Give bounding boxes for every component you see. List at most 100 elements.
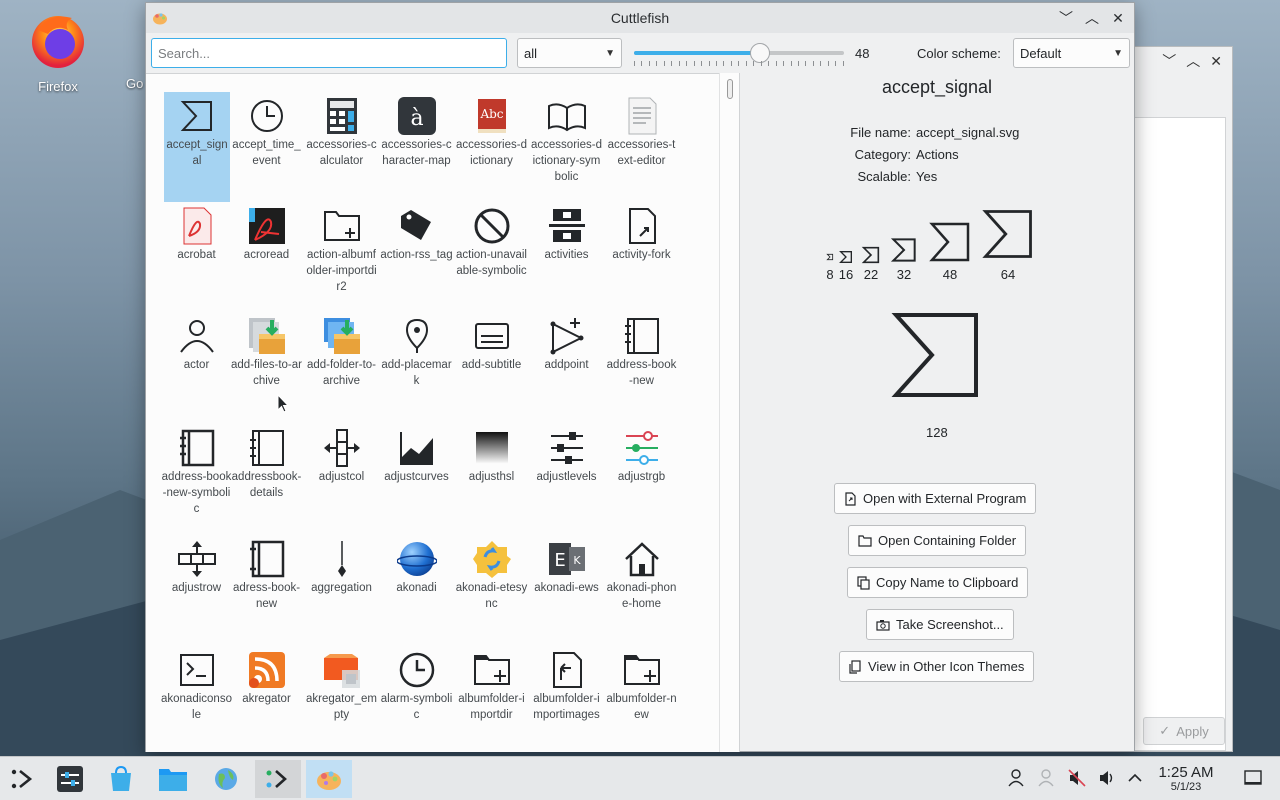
svg-text:Abc: Abc — [479, 107, 503, 121]
icon-grid-item[interactable]: albumfolder-importdir — [454, 646, 529, 723]
icon-grid-item-label: add-files-to-archive — [231, 359, 302, 387]
scrollbar-thumb[interactable] — [727, 79, 733, 99]
category-filter-select[interactable]: all ▼ — [517, 38, 622, 68]
search-input[interactable] — [151, 38, 507, 68]
toolbar: all ▼ 48 Color scheme: Default ▼ — [146, 33, 1134, 73]
volume-muted-icon[interactable] — [1068, 769, 1086, 790]
icon-grid-item[interactable]: akonadi — [379, 535, 454, 596]
taskbar-konsole[interactable] — [255, 760, 301, 798]
icon-size-slider[interactable] — [634, 43, 844, 63]
taskbar-discover[interactable] — [98, 760, 144, 798]
clock[interactable]: 1:25 AM 5/1/23 — [1150, 764, 1222, 793]
icon-grid-item[interactable]: E Kakonadi-ews — [529, 535, 604, 596]
minimize-icon[interactable]: ﹀ — [1056, 8, 1076, 28]
apply-button[interactable]: ✓ Apply — [1143, 717, 1225, 745]
icon-grid-item[interactable]: albumfolder-importimages — [529, 646, 604, 723]
application-launcher[interactable] — [0, 760, 46, 798]
acrobat-icon — [183, 207, 211, 245]
icon-grid-item[interactable]: action-rss_tag — [379, 202, 454, 263]
icon-grid-item-label: akonadi-phone-home — [606, 582, 677, 610]
icon-grid-item[interactable]: acrobat — [159, 202, 234, 263]
slider-ticks — [634, 61, 844, 67]
icon-grid-item[interactable]: adress-book-new — [229, 535, 304, 612]
icon-grid-item[interactable]: akregator — [229, 646, 304, 707]
icon-grid-item[interactable]: accept_time_event — [229, 92, 304, 169]
slider-fill — [634, 51, 760, 55]
icon-grid-item[interactable]: acroread — [229, 202, 304, 263]
desktop-icon-label: Go — [126, 76, 144, 91]
icon-grid-item[interactable]: akonadi-etesync — [454, 535, 529, 612]
taskbar-cuttlefish[interactable] — [306, 760, 352, 798]
taskbar-system-settings[interactable] — [47, 760, 93, 798]
icon-grid-item-label: action-unavailable-symbolic — [456, 249, 527, 277]
icon-grid-item[interactable]: adjustlevels — [529, 424, 604, 485]
icon-grid-item[interactable]: accessories-text-editor — [604, 92, 679, 169]
copy-name-button[interactable]: Copy Name to Clipboard — [847, 567, 1029, 598]
file-manager-icon — [159, 769, 187, 791]
svg-text:à: à — [410, 106, 423, 131]
background-window[interactable]: ﹀ ︿ ✕ ✓ Apply — [1120, 46, 1233, 752]
taskbar-web-browser[interactable] — [203, 760, 249, 798]
icon-grid-item-label: accept_signal — [166, 139, 228, 167]
close-icon[interactable]: ✕ — [1108, 8, 1128, 28]
icon-grid-item[interactable]: actor — [159, 312, 234, 373]
icon-grid-item[interactable]: adjustcurves — [379, 424, 454, 485]
icon-grid-item[interactable]: add-files-to-archive — [229, 312, 304, 389]
user-switch-icon[interactable] — [1038, 769, 1056, 790]
icon-grid-item[interactable]: accessories-calculator — [304, 92, 379, 169]
icon-grid[interactable]: accept_signal accept_time_event accessorie… — [146, 73, 719, 752]
title-bar[interactable]: Cuttlefish ﹀ ︿ ✕ — [146, 3, 1134, 33]
show-desktop-icon[interactable] — [1244, 769, 1262, 790]
akonadi-icon — [396, 542, 437, 576]
icon-grid-item[interactable]: adjustrgb — [604, 424, 679, 485]
rss-icon — [248, 652, 285, 688]
icon-grid-item[interactable]: action-albumfolder-importdir2 — [304, 202, 379, 295]
grid-scrollbar[interactable] — [719, 73, 739, 752]
chevron-up-icon[interactable] — [1128, 769, 1142, 790]
icon-grid-item[interactable]: adjusthsl — [454, 424, 529, 485]
icon-grid-item[interactable]: addressbook-details — [229, 424, 304, 501]
open-external-program-button[interactable]: Open with External Program — [834, 483, 1037, 514]
view-other-themes-button[interactable]: View in Other Icon Themes — [839, 651, 1035, 682]
icon-grid-item[interactable]: addpoint — [529, 312, 604, 373]
user-icon[interactable] — [1008, 769, 1024, 790]
icon-grid-item[interactable]: accept_signal — [164, 92, 230, 202]
icon-grid-item[interactable]: address-book-new — [604, 312, 679, 389]
icon-grid-item[interactable]: activity-fork — [604, 202, 679, 263]
chevron-up-icon[interactable]: ︿ — [1186, 51, 1200, 71]
close-icon[interactable]: ✕ — [1210, 53, 1222, 70]
icon-grid-item[interactable]: akonadiconsole — [159, 646, 234, 723]
icon-grid-item[interactable]: add-folder-to-archive — [304, 312, 379, 389]
icon-grid-item[interactable]: adjustcol — [304, 424, 379, 485]
icon-grid-item[interactable]: accessories-dictionary-symbolic — [529, 92, 604, 185]
take-screenshot-button[interactable]: Take Screenshot... — [866, 609, 1014, 640]
taskbar-file-manager[interactable] — [150, 760, 196, 798]
desktop-icon-firefox[interactable]: Firefox — [18, 10, 98, 94]
icon-grid-item[interactable]: akregator_empty — [304, 646, 379, 723]
icon-grid-item-label: adjustlevels — [536, 471, 597, 483]
icon-grid-item[interactable]: aggregation — [304, 535, 379, 596]
icon-grid-item[interactable]: add-subtitle — [454, 312, 529, 373]
maximize-icon[interactable]: ︿ — [1082, 8, 1102, 28]
icon-grid-item-label: adjustcol — [318, 471, 365, 483]
icon-grid-item[interactable]: add-placemark — [379, 312, 454, 389]
clock-time: 1:25 AM — [1158, 764, 1214, 781]
desktop-icon-go[interactable]: Go — [96, 10, 146, 91]
icon-grid-item[interactable]: alarm-symbolic — [379, 646, 454, 723]
icon-grid-item[interactable]: Abc accessories-dictionary — [454, 92, 529, 169]
open-containing-folder-button[interactable]: Open Containing Folder — [848, 525, 1027, 556]
icon-grid-item[interactable]: à accessories-character-map — [379, 92, 454, 169]
icon-grid-item[interactable]: akonadi-phone-home — [604, 535, 679, 612]
kde-connect-icon — [266, 770, 287, 788]
icon-grid-item[interactable]: address-book-new-symbolic — [159, 424, 234, 517]
volume-icon[interactable] — [1098, 769, 1116, 790]
icon-grid-item[interactable]: albumfolder-new — [604, 646, 679, 723]
folder-icon — [858, 534, 872, 547]
icon-grid-item[interactable]: action-unavailable-symbolic — [454, 202, 529, 279]
icon-grid-item[interactable]: adjustrow — [159, 535, 234, 596]
chevron-down-icon[interactable]: ﹀ — [1162, 51, 1176, 71]
color-scheme-select[interactable]: Default ▼ — [1013, 38, 1130, 68]
icon-grid-item[interactable]: activities — [529, 202, 604, 263]
slider-handle[interactable] — [750, 43, 770, 63]
icon-grid-item-label: add-subtitle — [461, 359, 522, 371]
